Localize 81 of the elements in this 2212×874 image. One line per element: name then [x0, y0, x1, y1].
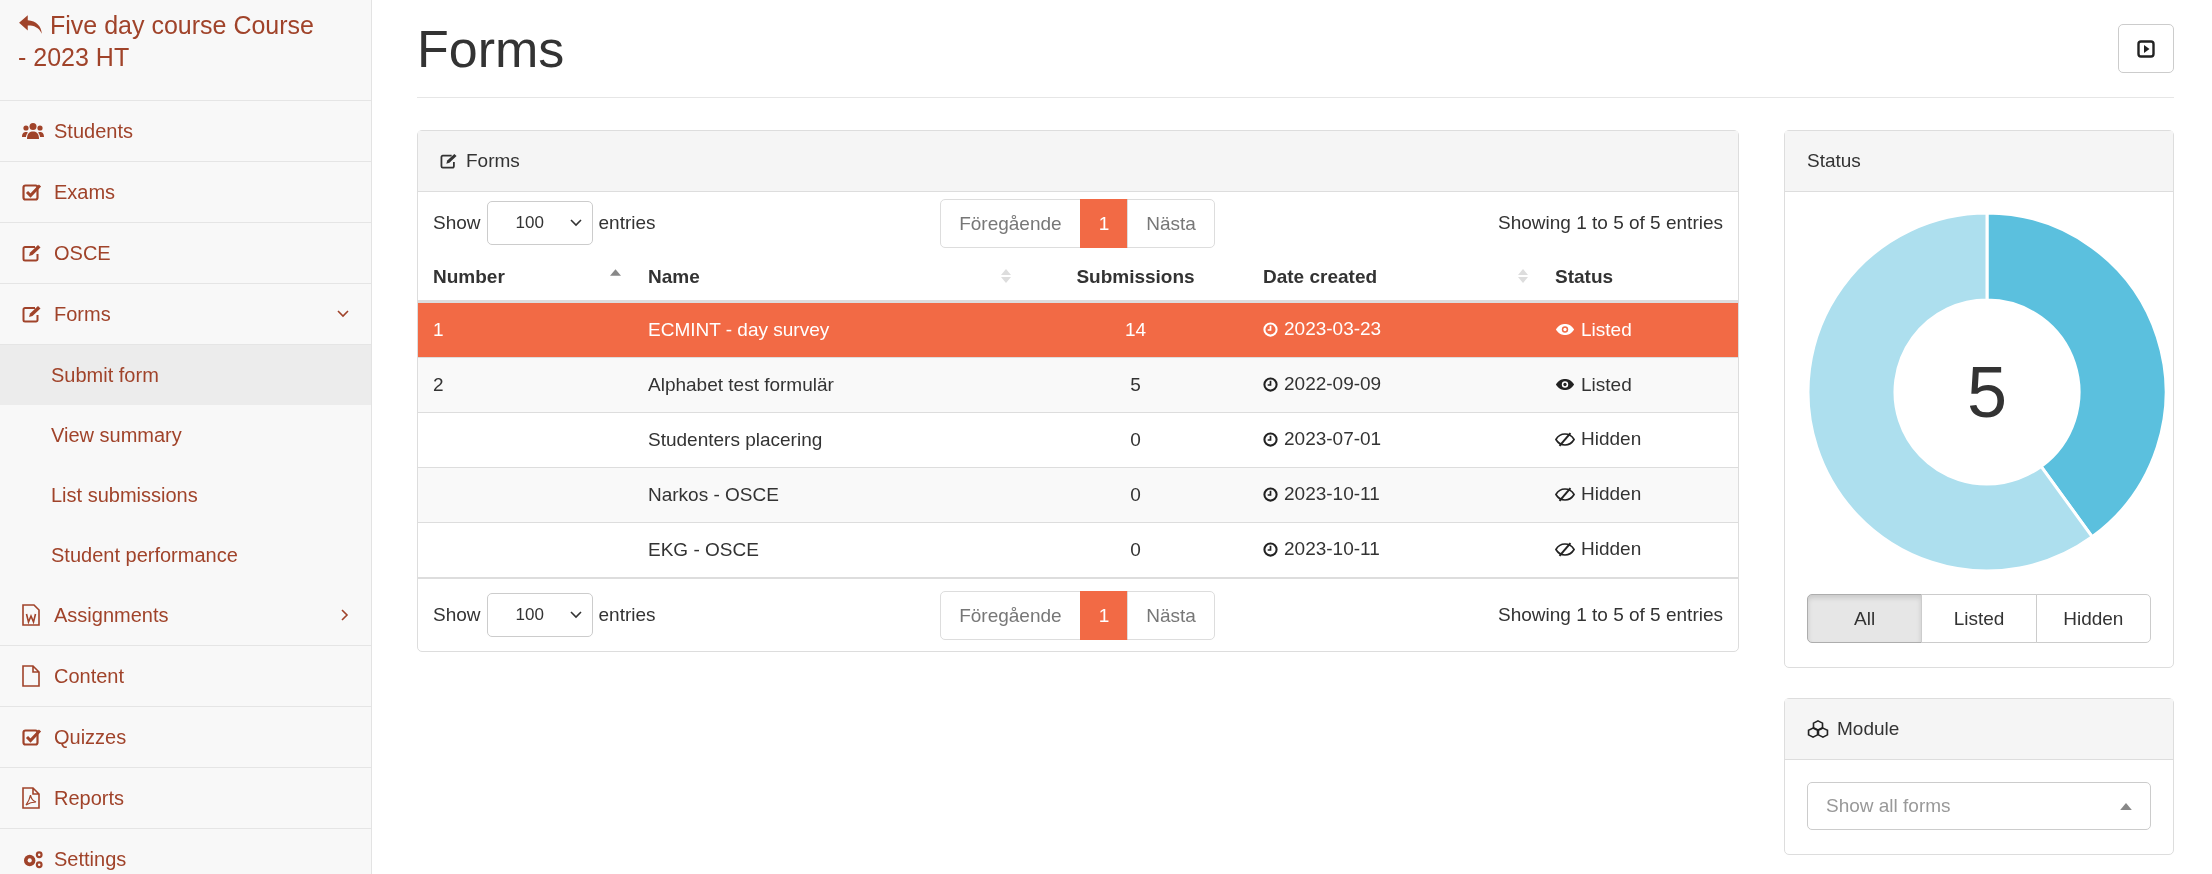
table-cell: 1 — [433, 319, 444, 340]
presentation-button[interactable] — [2118, 24, 2174, 73]
donut-total: 5 — [1967, 351, 2007, 433]
table-cell: Listed — [1581, 318, 1632, 341]
show-label: Show — [433, 604, 481, 626]
sidebar-item[interactable]: Content — [0, 646, 371, 707]
table-cell: Narkos - OSCE — [648, 484, 779, 505]
table-row[interactable]: Narkos - OSCE 0 2023-10-11 Hidden — [418, 467, 1738, 523]
filter-button[interactable]: Listed — [1921, 594, 2037, 643]
pdf-file-icon — [22, 787, 40, 809]
edit-icon — [22, 305, 42, 323]
table-cell: EKG - OSCE — [648, 539, 759, 560]
checkbox-icon — [22, 728, 42, 746]
clock-icon — [1263, 486, 1278, 502]
pagination-button[interactable]: 1 — [1079, 198, 1129, 248]
checkbox-icon — [22, 183, 42, 201]
sidebar-item[interactable]: Students — [0, 101, 371, 162]
table-cell: 2023-10-11 — [1284, 538, 1380, 561]
sidebar-item[interactable]: OSCE — [0, 223, 371, 284]
sidebar-subitem[interactable]: View summary — [0, 405, 371, 465]
play-square-icon — [2137, 39, 2155, 58]
pagination-button[interactable]: Nästa — [1127, 198, 1215, 248]
clock-icon — [1263, 321, 1278, 337]
entries-label: entries — [598, 604, 656, 626]
clock-icon — [1263, 541, 1278, 557]
table-cell: 2023-07-01 — [1284, 428, 1382, 451]
file-icon — [22, 665, 40, 687]
table-cell: Hidden — [1581, 483, 1642, 506]
edit-icon — [22, 244, 42, 262]
filter-button[interactable]: All — [1807, 594, 1923, 643]
back-arrow-icon — [18, 14, 44, 36]
table-row[interactable]: EKG - OSCE 0 2023-10-11 Hidden — [418, 522, 1738, 577]
edit-icon — [440, 153, 458, 169]
table-row[interactable]: 1 ECMINT - day survey 14 2023-03-23 Listed — [418, 301, 1738, 358]
clock-icon — [1263, 376, 1278, 392]
sidebar-subitem[interactable]: Submit form — [0, 345, 371, 405]
table-cell: Listed — [1581, 373, 1632, 396]
page-size-select[interactable]: 100 — [486, 593, 593, 637]
sidebar-subitem[interactable]: List submissions — [0, 465, 371, 525]
sidebar-subitem[interactable]: Student performance — [0, 525, 371, 585]
users-icon — [22, 122, 44, 140]
table-cell: 2022-09-09 — [1284, 373, 1382, 396]
pagination-button[interactable]: 1 — [1079, 590, 1129, 640]
document-w-icon — [22, 604, 40, 626]
table-cell: Hidden — [1581, 428, 1642, 451]
clock-icon — [1263, 431, 1278, 447]
pagination-button[interactable]: Nästa — [1127, 590, 1215, 640]
chevron-down-icon — [569, 219, 582, 227]
page-title: Forms — [417, 18, 565, 79]
table-cell: 2023-10-11 — [1284, 483, 1380, 506]
chevron-down-icon — [569, 611, 582, 619]
sidebar-item[interactable]: Reports — [0, 768, 371, 829]
panel-title: Forms — [466, 150, 520, 172]
course-back-link[interactable]: Five day course Course - 2023 HT — [18, 9, 353, 73]
table-cell: 0 — [1130, 429, 1141, 450]
table-cell: 0 — [1130, 539, 1141, 560]
table-row[interactable]: 2 Alphabet test formulär 5 2022-09-09 Listed — [418, 357, 1738, 413]
entries-label: entries — [598, 212, 656, 234]
caret-up-icon — [2120, 802, 2132, 810]
panel-title: Status — [1807, 150, 1861, 172]
sidebar-item[interactable]: Exams — [0, 162, 371, 223]
table-cell: ECMINT - day survey — [648, 319, 830, 340]
panel-title: Module — [1837, 718, 1900, 740]
show-label: Show — [433, 212, 481, 234]
filter-button[interactable]: Hidden — [2035, 594, 2151, 643]
sidebar-item[interactable]: Quizzes — [0, 707, 371, 768]
table-cell: 0 — [1130, 484, 1141, 505]
gears-icon — [22, 849, 45, 869]
table-cell: 2 — [433, 374, 444, 395]
table-cell: Hidden — [1581, 538, 1642, 561]
table-cell: Alphabet test formulär — [648, 374, 834, 395]
sidebar-item[interactable]: Assignments — [0, 585, 371, 646]
sidebar-item[interactable]: Settings — [0, 829, 371, 874]
table-cell: 5 — [1130, 374, 1141, 395]
table-cell: 14 — [1124, 319, 1147, 340]
table-cell: 2023-03-23 — [1284, 318, 1382, 341]
table-cell: Studenters placering — [648, 429, 823, 450]
entries-info: Showing 1 to 5 of 5 entries — [1497, 212, 1723, 234]
entries-info: Showing 1 to 5 of 5 entries — [1497, 604, 1723, 626]
page-size-select[interactable]: 100 — [486, 201, 593, 245]
cubes-icon — [1807, 720, 1829, 738]
